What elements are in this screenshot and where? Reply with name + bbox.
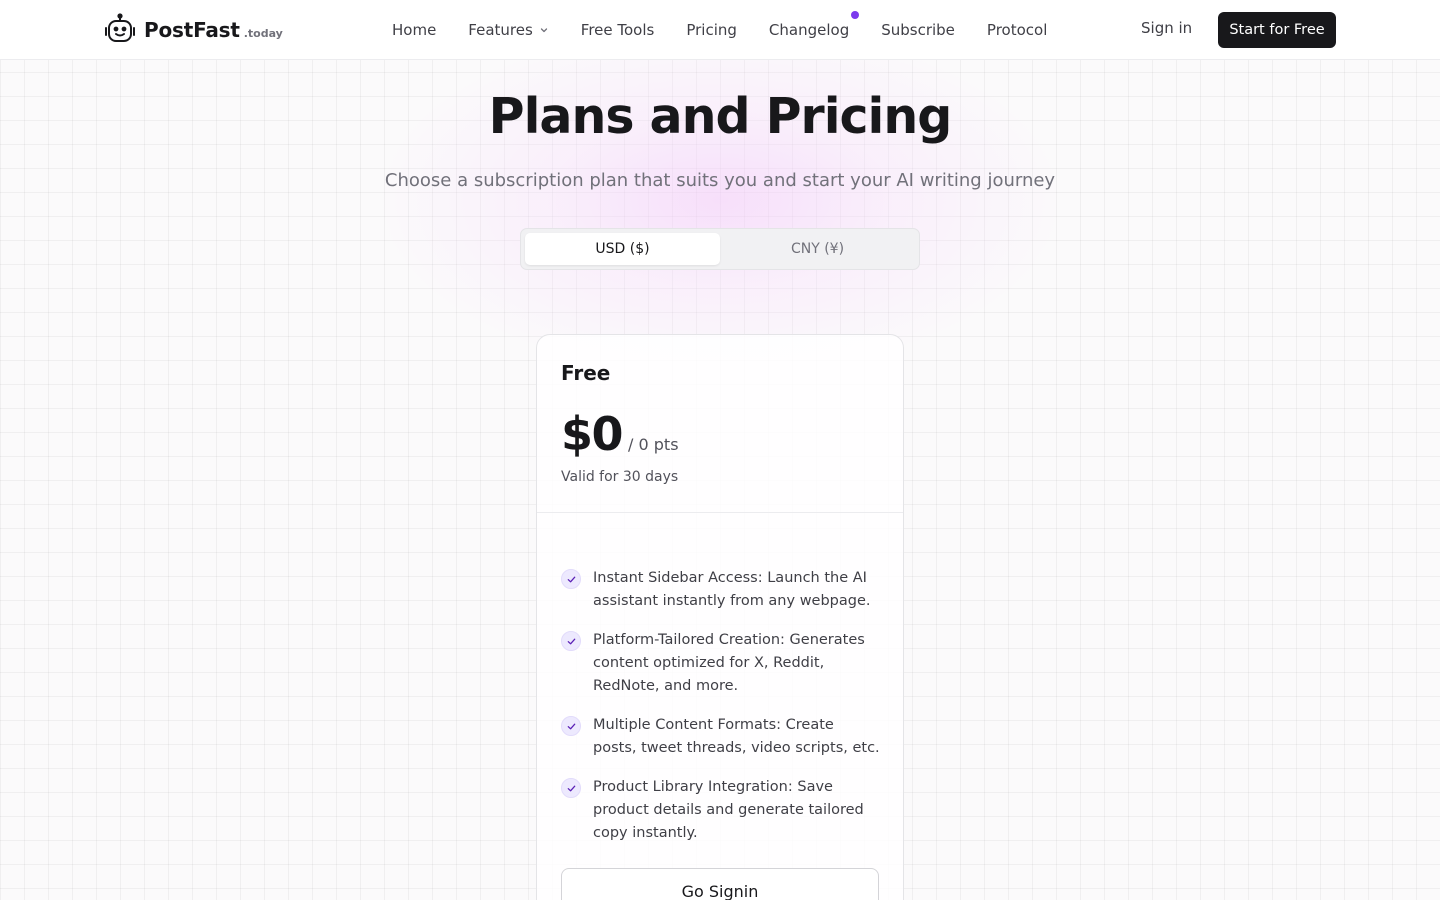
- feature-list: Instant Sidebar Access: Launch the AI as…: [561, 567, 881, 861]
- page-title: Plans and Pricing: [488, 88, 953, 145]
- currency-option-cny[interactable]: CNY (¥): [720, 233, 915, 265]
- currency-option-usd[interactable]: USD ($): [525, 233, 720, 265]
- plan-validity: Valid for 30 days: [561, 469, 679, 485]
- new-badge-dot: [851, 11, 860, 19]
- nav-item-label: Free Tools: [580, 21, 655, 39]
- main-nav: Home Features Free Tools Pricing Changel…: [392, 11, 1047, 42]
- list-item: Platform-Tailored Creation: Generates co…: [561, 629, 881, 698]
- currency-toggle: USD ($) CNY (¥): [520, 228, 920, 270]
- top-nav-bar: PostFast .today Home Features Free Tools…: [0, 0, 1440, 60]
- feature-text: Platform-Tailored Creation: Generates co…: [593, 632, 865, 694]
- nav-item-subscribe[interactable]: Subscribe: [881, 21, 955, 39]
- nav-item-protocol[interactable]: Protocol: [987, 21, 1047, 39]
- hero-glow: [370, 20, 1070, 380]
- pricing-card-header: Free $0 / 0 pts Valid for 30 days: [537, 335, 903, 513]
- feature-text: Multiple Content Formats: Create posts, …: [593, 717, 880, 756]
- nav-item-label: Subscribe: [881, 21, 955, 39]
- check-icon: [561, 569, 581, 589]
- feature-text: Product Library Integration: Save produc…: [593, 779, 864, 841]
- sign-in-link[interactable]: Sign in: [1141, 19, 1192, 37]
- list-item: Multiple Content Formats: Create posts, …: [561, 714, 881, 760]
- price-row: $0 / 0 pts: [561, 407, 679, 461]
- list-item: Product Library Integration: Save produc…: [561, 776, 881, 845]
- brand-name: PostFast: [144, 18, 240, 42]
- nav-item-label: Protocol: [986, 21, 1048, 39]
- brand-tld: .today: [243, 26, 283, 40]
- check-icon: [561, 778, 581, 798]
- plan-name: Free: [561, 361, 611, 385]
- nav-item-home[interactable]: Home: [392, 21, 436, 39]
- nav-item-label: Pricing: [686, 21, 737, 39]
- chevron-down-icon: [540, 28, 547, 33]
- plan-price: $0: [561, 407, 624, 461]
- brand-logo[interactable]: PostFast .today: [104, 12, 283, 48]
- nav-item-features[interactable]: Features: [468, 21, 549, 39]
- page-subtitle: Choose a subscription plan that suits yo…: [384, 170, 1056, 191]
- nav-item-label: Features: [468, 21, 533, 39]
- go-signin-button[interactable]: Go Signin: [561, 868, 879, 900]
- check-icon: [561, 631, 581, 651]
- feature-text: Instant Sidebar Access: Launch the AI as…: [593, 570, 871, 609]
- nav-item-changelog[interactable]: Changelog: [768, 11, 860, 39]
- nav-item-label: Home: [392, 21, 437, 39]
- nav-item-pricing[interactable]: Pricing: [686, 21, 737, 39]
- pricing-card-free: Free $0 / 0 pts Valid for 30 days Instan…: [536, 334, 904, 900]
- robot-logo-icon: [105, 13, 135, 42]
- list-item: Instant Sidebar Access: Launch the AI as…: [561, 567, 881, 613]
- check-icon: [561, 716, 581, 736]
- nav-item-free-tools[interactable]: Free Tools: [581, 21, 655, 39]
- nav-item-label: Changelog: [768, 21, 850, 39]
- start-for-free-button[interactable]: Start for Free: [1218, 12, 1336, 48]
- plan-price-unit: / 0 pts: [628, 435, 679, 454]
